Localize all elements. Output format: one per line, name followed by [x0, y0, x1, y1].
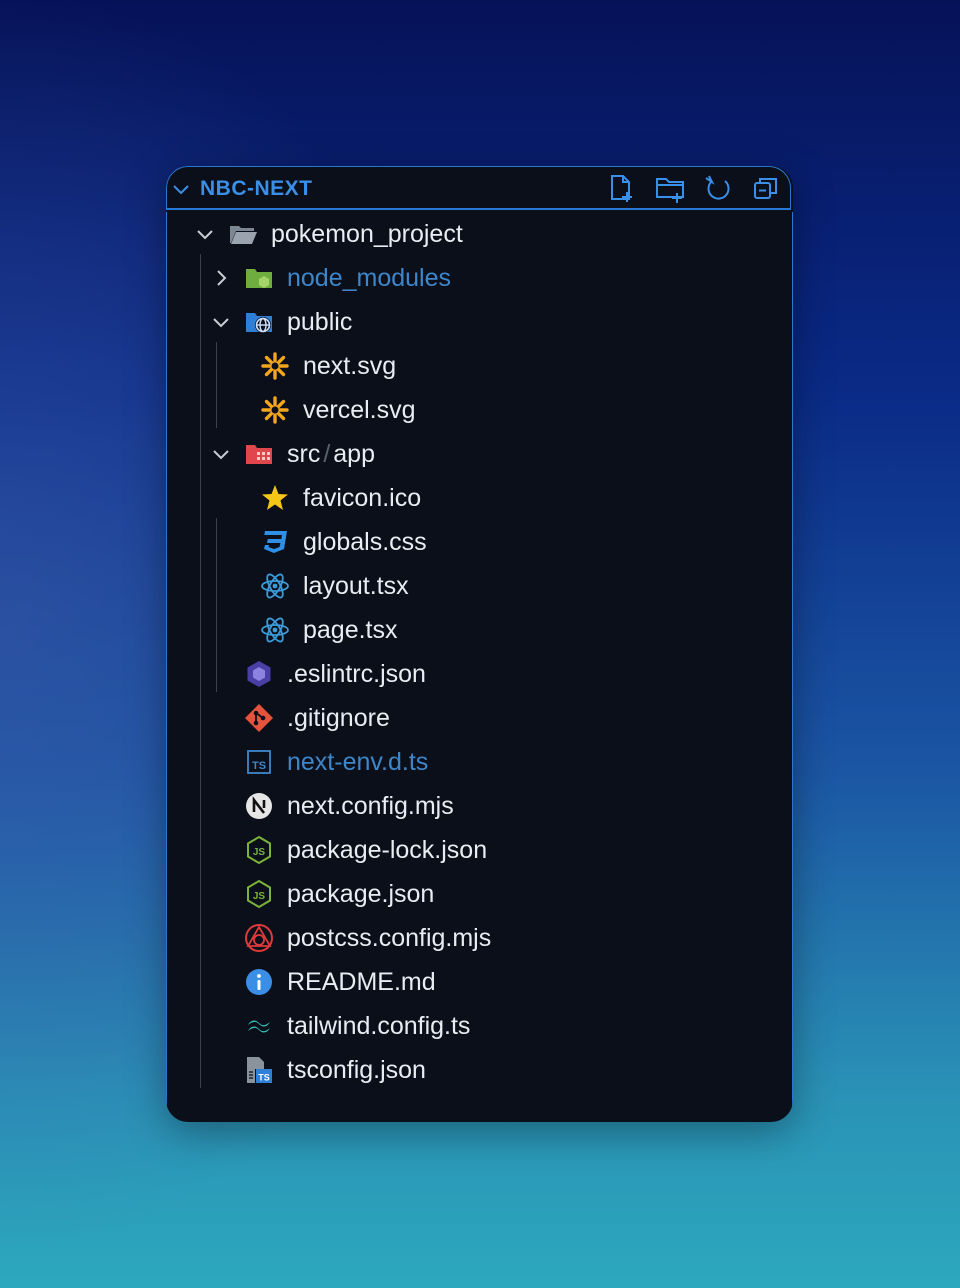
tree-item-label: tailwind.config.ts	[287, 1012, 471, 1040]
tree-item-label: next-env.d.ts	[287, 748, 429, 776]
tree-item-label: node_modules	[287, 264, 452, 292]
tree-item-label: favicon.ico	[303, 484, 422, 512]
explorer-panel: NBC-NEXT pokemon_project node_modules pu…	[166, 166, 793, 1122]
tree-item-label: package.json	[287, 880, 435, 908]
eslint-icon	[247, 661, 271, 687]
tree-item-label: next.config.mjs	[287, 792, 454, 820]
folder-node-icon	[246, 269, 272, 288]
tree-item-gitignore[interactable]: .gitignore	[167, 696, 767, 740]
path-separator: /	[323, 440, 331, 468]
tree-item-label: layout.tsx	[303, 572, 409, 600]
chevron-down-icon[interactable]	[171, 179, 191, 199]
svg-file-icon	[261, 352, 289, 380]
tree-item-label: public	[287, 308, 353, 336]
workspace-title: NBC-NEXT	[200, 177, 313, 200]
tsconfig-icon: TS	[247, 1057, 272, 1083]
tree-item-pokemon-project[interactable]: pokemon_project	[167, 212, 767, 256]
chevron-right-icon	[217, 270, 227, 286]
tree-item-next-svg[interactable]: next.svg	[167, 344, 767, 388]
typescript-def-icon: TS	[247, 750, 271, 774]
tree-item-label: tsconfig.json	[287, 1056, 426, 1084]
tree-item-readme[interactable]: README.md	[167, 960, 767, 1004]
tree-item-label: vercel.svg	[303, 396, 416, 424]
svg-text:JS: JS	[253, 847, 266, 858]
tree-item-eslintrc[interactable]: .eslintrc.json	[167, 652, 767, 696]
tailwind-icon	[248, 1020, 270, 1033]
tree-item-label: globals.css	[303, 528, 427, 556]
react-icon	[261, 617, 289, 643]
tree-item-label: package-lock.json	[287, 836, 488, 864]
tree-item-package-json[interactable]: JS package.json	[167, 872, 767, 916]
tree-item-public[interactable]: public	[167, 300, 767, 344]
tree-item-label: pokemon_project	[271, 220, 463, 248]
refresh-icon[interactable]	[703, 173, 733, 203]
svg-text:JS: JS	[253, 891, 266, 902]
nextjs-icon	[246, 793, 272, 819]
tree-item-next-config[interactable]: next.config.mjs	[167, 784, 767, 828]
folder-app-icon	[246, 445, 272, 464]
tree-item-label: postcss.config.mjs	[287, 924, 492, 952]
react-icon	[261, 573, 289, 599]
tree-item-label: next.svg	[303, 352, 397, 380]
svg-text:TS: TS	[252, 760, 266, 772]
tree-item-next-env[interactable]: TS next-env.d.ts	[167, 740, 767, 784]
explorer-header[interactable]: NBC-NEXT	[166, 166, 791, 210]
tree-item-label: .eslintrc.json	[287, 660, 426, 688]
tree-item-vercel-svg[interactable]: vercel.svg	[167, 388, 767, 432]
tree-item-label: README.md	[287, 968, 436, 996]
info-icon	[246, 969, 272, 995]
path-segment-app: app	[333, 440, 375, 468]
tree-item-node-modules[interactable]: node_modules	[167, 256, 767, 300]
postcss-icon	[245, 924, 273, 952]
tree-item-label: src / app	[287, 440, 375, 469]
nodejs-icon: JS	[247, 835, 271, 865]
file-tree: pokemon_project node_modules public next…	[166, 212, 793, 1122]
svg-text:TS: TS	[258, 1073, 270, 1083]
path-segment-src: src	[287, 440, 321, 468]
tree-item-favicon[interactable]: favicon.ico	[167, 476, 767, 520]
tree-item-page-tsx[interactable]: page.tsx	[167, 608, 767, 652]
folder-open-icon	[230, 226, 257, 244]
folder-public-icon	[246, 313, 272, 333]
svg-file-icon	[261, 396, 289, 424]
tree-item-tsconfig[interactable]: TS tsconfig.json	[167, 1048, 767, 1092]
css-file-icon	[264, 531, 287, 553]
tree-item-src-app[interactable]: src / app	[167, 432, 767, 476]
tree-item-postcss-config[interactable]: postcss.config.mjs	[167, 916, 767, 960]
nodejs-icon: JS	[247, 879, 271, 909]
chevron-down-icon	[213, 450, 229, 460]
tree-item-layout-tsx[interactable]: layout.tsx	[167, 564, 767, 608]
star-icon	[262, 485, 288, 510]
new-file-icon[interactable]	[607, 173, 637, 203]
tree-item-label: .gitignore	[287, 704, 390, 732]
chevron-down-icon	[197, 230, 213, 240]
git-icon	[245, 704, 273, 732]
new-folder-icon[interactable]	[655, 173, 685, 203]
tree-item-label: page.tsx	[303, 616, 398, 644]
chevron-down-icon	[213, 318, 229, 328]
tree-item-globals-css[interactable]: globals.css	[167, 520, 767, 564]
collapse-all-icon[interactable]	[751, 173, 781, 203]
tree-item-package-lock[interactable]: JS package-lock.json	[167, 828, 767, 872]
tree-item-tailwind-config[interactable]: tailwind.config.ts	[167, 1004, 767, 1048]
